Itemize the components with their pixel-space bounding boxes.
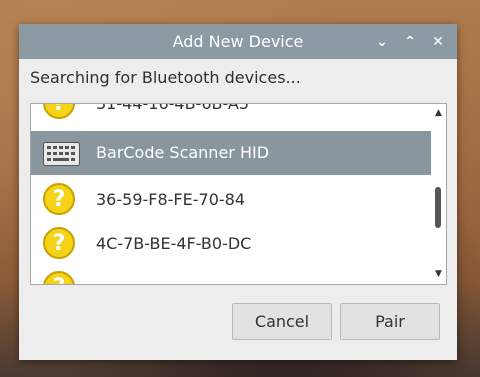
scroll-down-icon[interactable]: ▼ <box>431 267 446 281</box>
cancel-button[interactable]: Cancel <box>232 303 332 340</box>
list-item[interactable]: ? 31-44-16-4B-6B-A5 <box>31 103 431 126</box>
scroll-up-icon[interactable]: ▲ <box>431 106 446 120</box>
keyboard-icon <box>43 142 80 166</box>
list-item[interactable]: ? 4C-7B-BE-4F-B0-DC <box>31 222 431 266</box>
add-device-dialog: Add New Device ⌄ ⌃ ✕ Searching for Bluet… <box>19 24 457 360</box>
close-icon[interactable]: ✕ <box>428 32 448 52</box>
pair-button[interactable]: Pair <box>340 303 440 340</box>
device-name: 36-59-F8-FE-70-84 <box>96 190 245 209</box>
device-name: BarCode Scanner HID <box>96 143 270 162</box>
list-item[interactable]: ? <box>31 266 431 284</box>
question-icon: ? <box>43 183 75 215</box>
maximize-icon[interactable]: ⌃ <box>400 32 420 52</box>
question-icon: ? <box>43 227 75 259</box>
title-bar[interactable]: Add New Device ⌄ ⌃ ✕ <box>19 24 457 59</box>
search-status: Searching for Bluetooth devices... <box>30 68 301 87</box>
device-name: 4C-7B-BE-4F-B0-DC <box>96 234 252 253</box>
scrollbar[interactable]: ▲ ▼ <box>431 104 446 284</box>
device-list[interactable]: ? 31-44-16-4B-6B-A5 BarCode Scanner HID … <box>30 103 447 285</box>
minimize-icon[interactable]: ⌄ <box>372 32 392 52</box>
question-icon: ? <box>43 104 75 119</box>
list-item[interactable]: ? 36-59-F8-FE-70-84 <box>31 178 431 222</box>
list-item-selected[interactable]: BarCode Scanner HID <box>31 131 431 175</box>
question-icon: ? <box>43 271 75 284</box>
scrollbar-thumb[interactable] <box>435 187 441 228</box>
device-name: 31-44-16-4B-6B-A5 <box>96 103 250 113</box>
